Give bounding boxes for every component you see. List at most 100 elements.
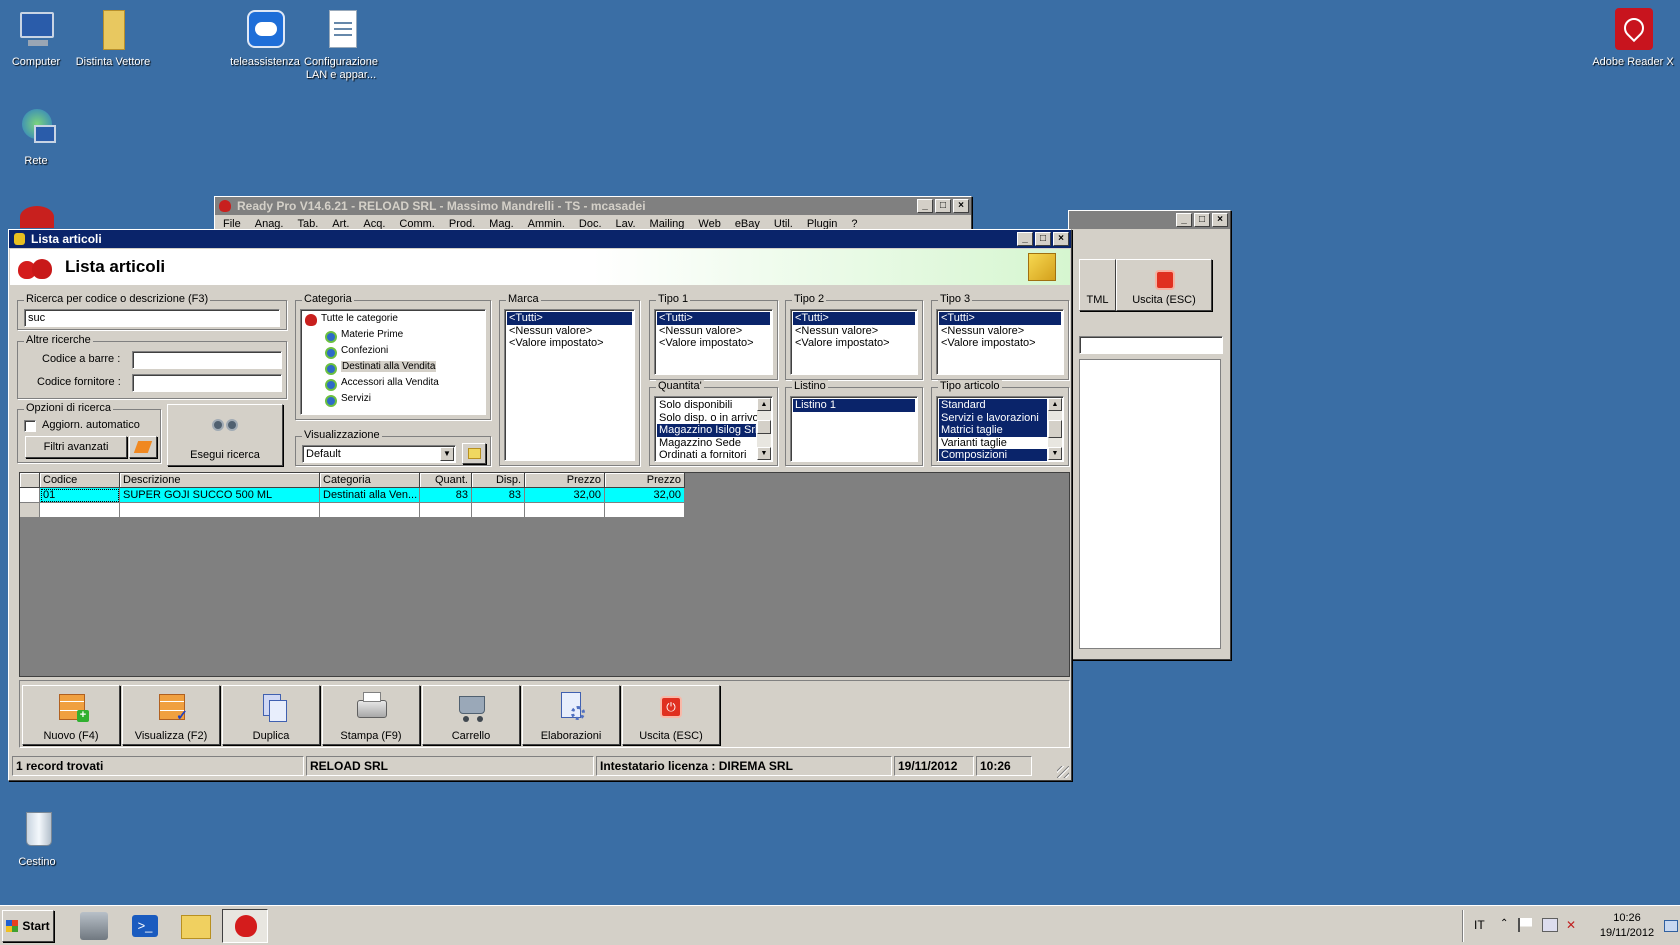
close-button[interactable]: × — [1053, 232, 1069, 246]
list-item[interactable]: Standard — [939, 399, 1047, 412]
col-header-quant[interactable]: Quant. — [420, 473, 472, 488]
list-item[interactable]: Matrici taglie — [939, 424, 1047, 437]
cell-prezzo[interactable]: 32,00 — [525, 488, 605, 503]
list-item[interactable]: Servizi e lavorazioni — [939, 411, 1047, 424]
table-row[interactable]: 01 SUPER GOJI SUCCO 500 ML Destinati all… — [20, 488, 685, 503]
close-button[interactable]: × — [953, 199, 969, 213]
system-clock[interactable]: 10:26 19/11/2012 — [1590, 911, 1664, 941]
cell-prezzo-2[interactable]: 32,00 — [605, 488, 685, 503]
start-button[interactable]: Start — [2, 910, 54, 942]
col-header-prezzo[interactable]: Prezzo — [525, 473, 605, 488]
tree-item-all-categories[interactable]: Tutte le categorie — [303, 313, 483, 329]
tipo-articolo-list[interactable]: Standard Servizi e lavorazioni Matrici t… — [936, 396, 1064, 462]
tree-item-servizi[interactable]: Servizi — [303, 393, 483, 409]
new-button[interactable]: + Nuovo (F4) — [22, 685, 120, 745]
list-item[interactable]: Ordinati a fornitori — [657, 449, 756, 461]
empty-cell[interactable] — [605, 503, 685, 518]
visualizzazione-select[interactable]: Default ▼ — [302, 445, 456, 463]
language-indicator[interactable]: IT — [1474, 918, 1485, 932]
quicklaunch-server-manager-icon[interactable] — [80, 912, 108, 940]
side-window-titlebar[interactable]: _ □ × — [1069, 211, 1230, 229]
run-search-button[interactable]: Esegui ricerca — [167, 404, 283, 466]
cell-codice[interactable]: 01 — [40, 488, 120, 503]
cell-categoria[interactable]: Destinati alla Ven... — [320, 488, 420, 503]
quantita-list[interactable]: Solo disponibili Solo disp. o in arrivo … — [654, 396, 773, 462]
quicklaunch-powershell-icon[interactable]: >_ — [132, 915, 158, 937]
tipo2-list[interactable]: <Tutti> <Nessun valore> <Valore impostat… — [790, 309, 918, 375]
resize-grip[interactable] — [1057, 766, 1069, 778]
list-item[interactable]: <Valore impostato> — [793, 337, 915, 350]
scroll-thumb[interactable] — [1048, 420, 1062, 438]
cell-descrizione[interactable]: SUPER GOJI SUCCO 500 ML — [120, 488, 320, 503]
col-header-codice[interactable]: Codice — [40, 473, 120, 488]
search-input[interactable]: suc — [24, 309, 280, 327]
auto-update-checkbox[interactable] — [24, 420, 36, 432]
list-item[interactable]: <Nessun valore> — [939, 325, 1061, 338]
articles-grid[interactable]: Codice Descrizione Categoria Quant. Disp… — [19, 472, 1070, 677]
desktop-icon-configurazione[interactable]: Configurazione LAN e appar... — [296, 8, 386, 82]
network-tray-icon[interactable] — [1542, 918, 1558, 932]
chevron-down-icon[interactable]: ▼ — [440, 447, 454, 461]
marca-list[interactable]: <Tutti> <Nessun valore> <Valore impostat… — [504, 309, 635, 461]
cell-disp[interactable]: 83 — [472, 488, 525, 503]
flag-icon[interactable] — [1518, 918, 1532, 932]
clear-filters-button[interactable] — [129, 436, 157, 458]
tree-item-accessori-alla-vendita[interactable]: Accessori alla Vendita — [303, 377, 483, 393]
desktop-icon-distinta-vettore[interactable]: Distinta Vettore — [68, 8, 158, 69]
maximize-button[interactable]: □ — [1035, 232, 1051, 246]
barcode-input[interactable] — [132, 351, 282, 369]
html-button[interactable]: TML — [1079, 259, 1116, 311]
quantita-scrollbar[interactable]: ▲ ▼ — [757, 398, 771, 460]
col-header-disp[interactable]: Disp. — [472, 473, 525, 488]
chevron-up-icon[interactable]: ⌃ — [1500, 918, 1508, 929]
tree-item-destinati-alla-vendita[interactable]: Destinati alla Vendita — [303, 361, 483, 377]
desktop-icon-cestino[interactable]: Cestino — [0, 808, 82, 869]
empty-cell[interactable] — [40, 503, 120, 518]
tipo3-list[interactable]: <Tutti> <Nessun valore> <Valore impostat… — [936, 309, 1064, 375]
empty-row[interactable] — [20, 503, 685, 518]
cell-quant[interactable]: 83 — [420, 488, 472, 503]
desktop-icon-adobe-reader[interactable]: Adobe Reader X — [1588, 8, 1678, 69]
tree-item-materie-prime[interactable]: Materie Prime — [303, 329, 483, 345]
taskbar-ready-pro-button[interactable] — [222, 909, 268, 943]
empty-cell[interactable] — [120, 503, 320, 518]
scroll-thumb[interactable] — [757, 420, 771, 434]
list-item[interactable]: Composizioni — [939, 449, 1047, 461]
tipo-articolo-scrollbar[interactable]: ▲ ▼ — [1048, 398, 1062, 460]
list-item[interactable]: Varianti taglie — [939, 437, 1047, 450]
list-item[interactable]: <Nessun valore> — [793, 325, 915, 338]
categoria-tree[interactable]: Tutte le categorie Materie Prime Confezi… — [300, 309, 486, 415]
list-item[interactable]: Solo disp. o in arrivo — [657, 412, 759, 425]
ready-pro-titlebar[interactable]: Ready Pro V14.6.21 - RELOAD SRL - Massim… — [215, 197, 971, 215]
list-item[interactable]: <Tutti> — [657, 312, 770, 325]
list-item[interactable]: <Nessun valore> — [507, 325, 632, 338]
view-button[interactable]: ✓ Visualizza (F2) — [122, 685, 220, 745]
list-item[interactable]: Listino 1 — [793, 399, 915, 412]
volume-icon[interactable]: ✕ — [1566, 918, 1580, 932]
show-desktop-icon[interactable] — [1664, 920, 1678, 932]
side-window-input[interactable] — [1079, 336, 1223, 354]
list-item[interactable]: <Tutti> — [507, 312, 632, 325]
open-view-button[interactable] — [462, 443, 486, 464]
list-item[interactable]: <Tutti> — [939, 312, 1061, 325]
empty-cell[interactable] — [420, 503, 472, 518]
minimize-button[interactable]: _ — [1176, 213, 1192, 227]
tree-item-confezioni[interactable]: Confezioni — [303, 345, 483, 361]
list-item[interactable]: <Tutti> — [793, 312, 915, 325]
scroll-down-icon[interactable]: ▼ — [1048, 447, 1062, 460]
maximize-button[interactable]: □ — [935, 199, 951, 213]
advanced-filters-button[interactable]: Filtri avanzati — [25, 436, 127, 458]
list-item[interactable]: <Nessun valore> — [657, 325, 770, 338]
list-item[interactable]: <Valore impostato> — [657, 337, 770, 350]
duplicate-button[interactable]: Duplica — [222, 685, 320, 745]
print-button[interactable]: Stampa (F9) — [322, 685, 420, 745]
side-exit-button[interactable]: Uscita (ESC) — [1116, 259, 1212, 311]
col-header-categoria[interactable]: Categoria — [320, 473, 420, 488]
supplier-code-input[interactable] — [132, 374, 282, 392]
empty-cell[interactable] — [320, 503, 420, 518]
tipo1-list[interactable]: <Tutti> <Nessun valore> <Valore impostat… — [654, 309, 773, 375]
list-item[interactable]: <Valore impostato> — [507, 337, 632, 350]
cart-button[interactable]: Carrello — [422, 685, 520, 745]
minimize-button[interactable]: _ — [1017, 232, 1033, 246]
minimize-button[interactable]: _ — [917, 199, 933, 213]
